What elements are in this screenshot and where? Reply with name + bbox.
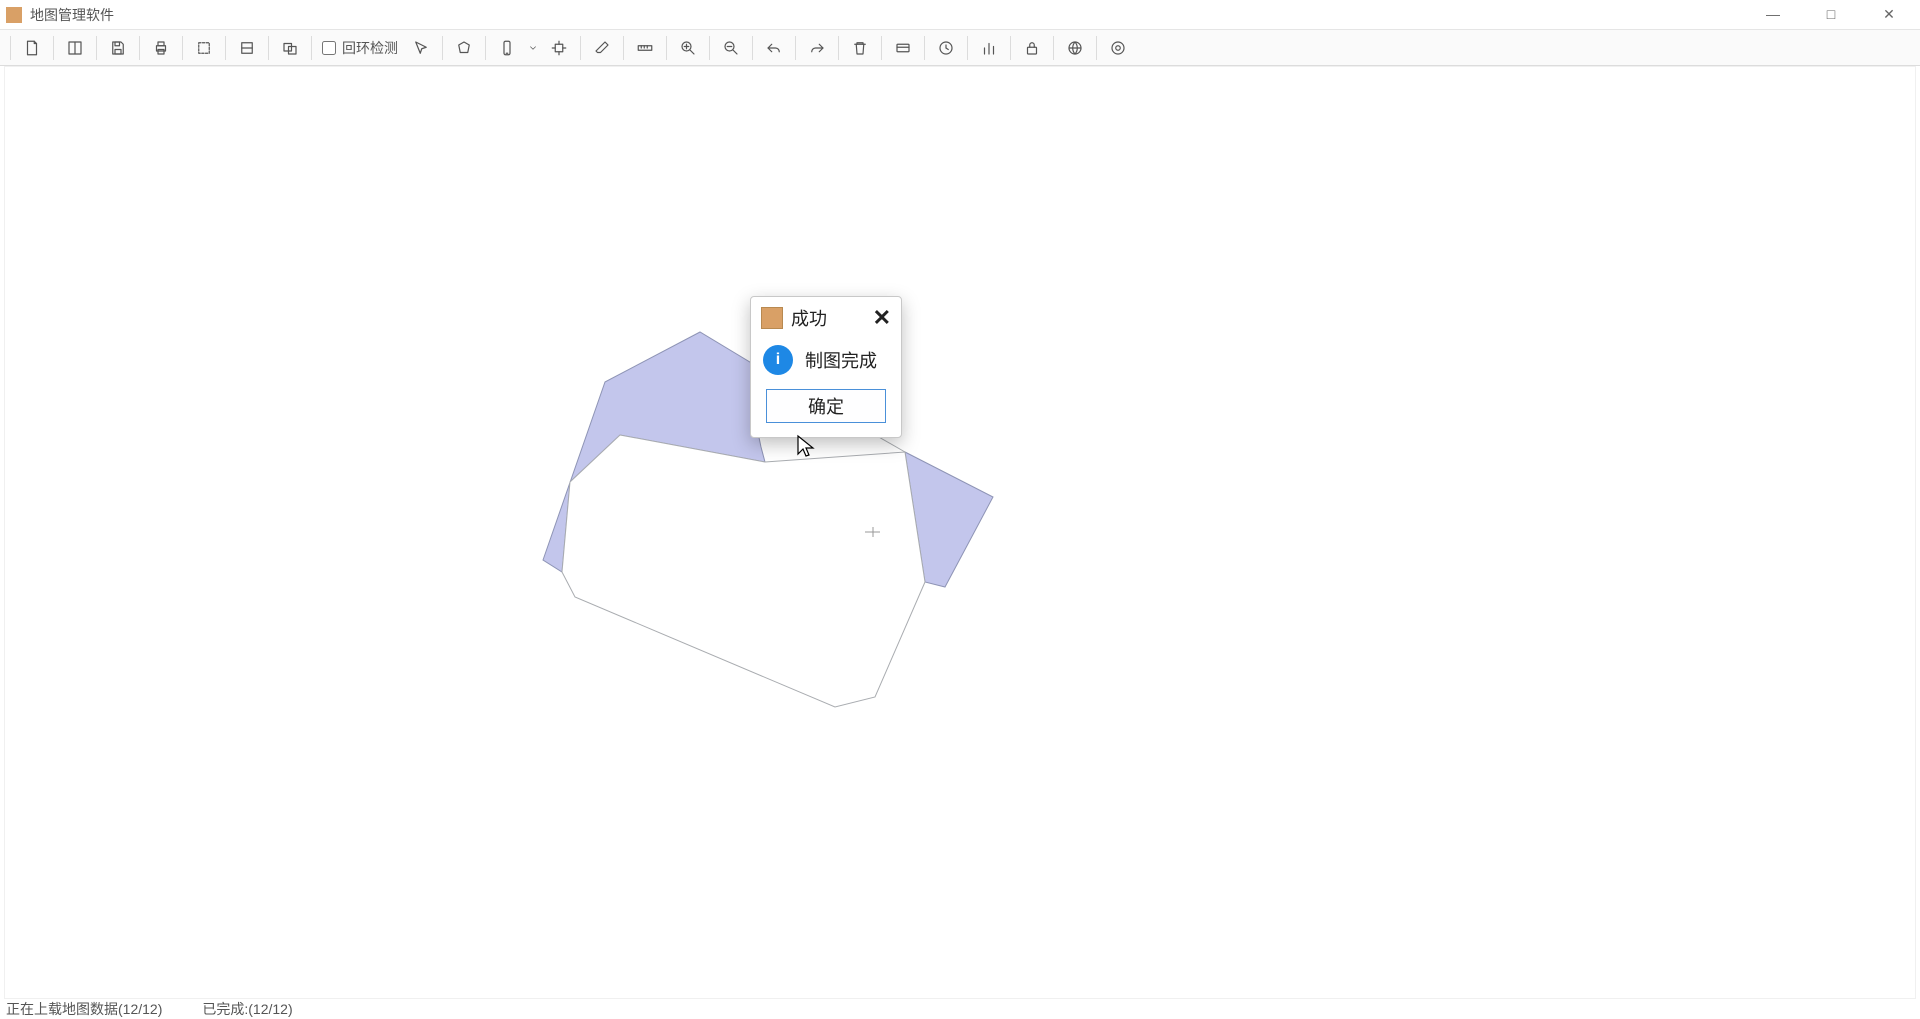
toolbar-separator xyxy=(10,36,11,60)
map-canvas[interactable] xyxy=(4,66,1916,999)
toolbar-separator xyxy=(182,36,183,60)
file-icon[interactable] xyxy=(15,33,49,63)
status-completed: 已完成:(12/12) xyxy=(202,999,292,1019)
clock-icon[interactable] xyxy=(929,33,963,63)
loop-detect-label: 回环检测 xyxy=(342,38,398,58)
toolbar-separator xyxy=(580,36,581,60)
toolbar: 回环检测 xyxy=(0,30,1920,66)
loop-detect-checkbox[interactable] xyxy=(322,41,336,55)
toolbar-separator xyxy=(96,36,97,60)
disc-icon[interactable] xyxy=(1101,33,1135,63)
toolbar-separator xyxy=(709,36,710,60)
loop-detect-toggle[interactable]: 回环检测 xyxy=(316,33,404,63)
toolbar-separator xyxy=(225,36,226,60)
polygon-icon[interactable] xyxy=(447,33,481,63)
ok-button[interactable]: 确定 xyxy=(766,389,886,423)
minimize-button[interactable]: — xyxy=(1758,6,1788,23)
status-uploading: 正在上载地图数据(12/12) xyxy=(6,999,162,1019)
dialog-message: 制图完成 xyxy=(805,347,877,373)
zoomout-icon[interactable] xyxy=(714,33,748,63)
toolbar-separator xyxy=(1053,36,1054,60)
dialog-header: 成功 ✕ xyxy=(751,297,901,337)
redo-icon[interactable] xyxy=(800,33,834,63)
dialog-title: 成功 xyxy=(791,305,827,331)
pointer-icon[interactable] xyxy=(404,33,438,63)
toolbar-separator xyxy=(1096,36,1097,60)
undo-icon[interactable] xyxy=(757,33,791,63)
toolbar-separator xyxy=(666,36,667,60)
toolbar-separator xyxy=(53,36,54,60)
dialog-body: i 制图完成 xyxy=(751,337,901,389)
target-icon[interactable] xyxy=(542,33,576,63)
dialog-footer: 确定 xyxy=(751,389,901,437)
toolbar-separator xyxy=(752,36,753,60)
toolbar-separator xyxy=(311,36,312,60)
dropdown-icon[interactable] xyxy=(524,33,542,63)
app-icon xyxy=(6,7,22,23)
rect-double-icon[interactable] xyxy=(273,33,307,63)
maximize-button[interactable]: □ xyxy=(1816,6,1846,23)
success-dialog: 成功 ✕ i 制图完成 确定 xyxy=(750,296,902,438)
lock-icon[interactable] xyxy=(1015,33,1049,63)
ruler-icon[interactable] xyxy=(628,33,662,63)
phone-icon[interactable] xyxy=(490,33,524,63)
toolbar-separator xyxy=(881,36,882,60)
info-icon: i xyxy=(763,345,793,375)
save-icon[interactable] xyxy=(101,33,135,63)
toolbar-separator xyxy=(967,36,968,60)
dialog-app-icon xyxy=(761,307,783,329)
toolbar-separator xyxy=(139,36,140,60)
toolbar-separator xyxy=(268,36,269,60)
dialog-close-button[interactable]: ✕ xyxy=(873,307,891,329)
globe-icon[interactable] xyxy=(1058,33,1092,63)
chart-icon[interactable] xyxy=(972,33,1006,63)
toolbar-separator xyxy=(838,36,839,60)
trash-icon[interactable] xyxy=(843,33,877,63)
zoomin-icon[interactable] xyxy=(671,33,705,63)
card-icon[interactable] xyxy=(886,33,920,63)
toolbar-separator xyxy=(485,36,486,60)
close-button[interactable]: ✕ xyxy=(1874,6,1904,23)
rect-solid-icon[interactable] xyxy=(230,33,264,63)
eraser-icon[interactable] xyxy=(585,33,619,63)
toolbar-separator xyxy=(623,36,624,60)
toolbar-separator xyxy=(1010,36,1011,60)
toolbar-separator xyxy=(795,36,796,60)
toolbar-separator xyxy=(442,36,443,60)
window-controls: — □ ✕ xyxy=(1758,6,1914,23)
print-icon[interactable] xyxy=(144,33,178,63)
statusbar: 正在上载地图数据(12/12) 已完成:(12/12) xyxy=(0,999,1920,1019)
titlebar: 地图管理软件 — □ ✕ xyxy=(0,0,1920,30)
window-title: 地图管理软件 xyxy=(30,5,114,25)
layout-icon[interactable] xyxy=(58,33,92,63)
toolbar-separator xyxy=(924,36,925,60)
rect-dash-icon[interactable] xyxy=(187,33,221,63)
